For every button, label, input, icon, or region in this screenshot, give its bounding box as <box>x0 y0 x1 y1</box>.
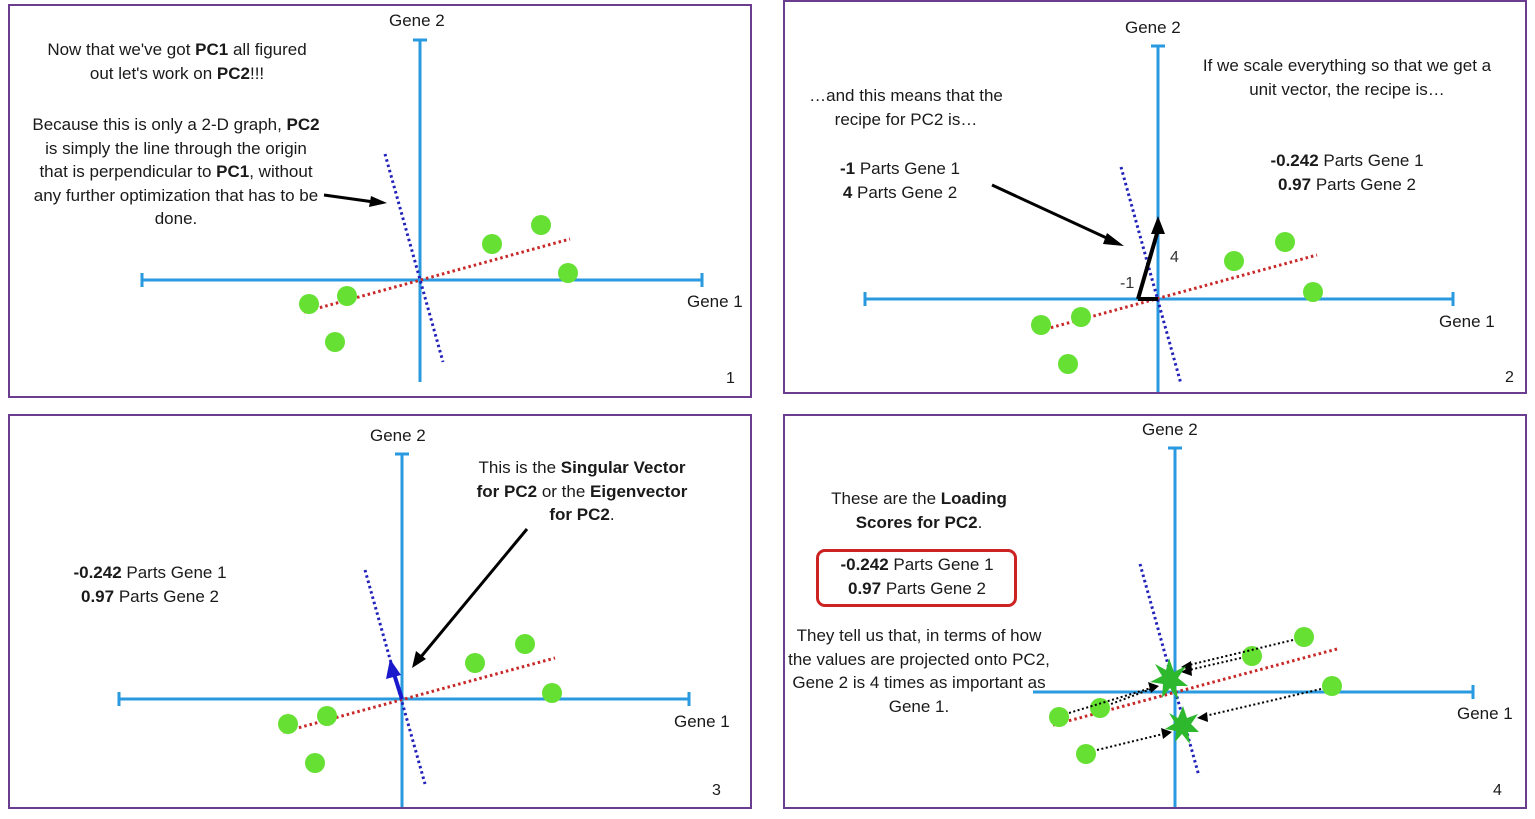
data-point <box>299 294 319 314</box>
data-point <box>465 653 485 673</box>
gene1-axis-label: Gene 1 <box>687 292 743 311</box>
pointer-arrow-shaft <box>323 193 375 204</box>
recipe-gene2: 4 Parts Gene 2 <box>842 182 958 202</box>
pointer-arrow-head <box>369 196 387 207</box>
data-point <box>1224 251 1244 271</box>
unit-recipe-gene1: -0.242 Parts Gene 1 <box>1270 151 1424 170</box>
gene1-axis-label: Gene 1 <box>1457 704 1513 723</box>
data-point <box>1090 698 1110 718</box>
panel-number: 4 <box>1493 782 1502 799</box>
data-point <box>278 714 298 734</box>
recipe-values: -1 Parts Gene 1 4 Parts Gene 2 <box>815 157 985 204</box>
unit-recipe-gene1: -0.242 Parts Gene 1 <box>73 563 227 582</box>
pointer-arrow-head <box>1103 233 1124 246</box>
data-point <box>1071 307 1091 327</box>
panel-4: Gene 2 Gene 1 These are the Loading Scor… <box>783 414 1527 809</box>
data-point <box>1076 744 1096 764</box>
panel-1: Gene 2 Gene 1 Now that we've got PC1 all… <box>8 4 752 398</box>
vector-y-label: 4 <box>1170 249 1179 266</box>
panel-number: 1 <box>726 370 735 387</box>
data-point <box>1294 627 1314 647</box>
unit-recipe-values: -0.242 Parts Gene 1 0.97 Parts Gene 2 <box>60 561 240 608</box>
pc2-intro-text: Now that we've got PC1 all figured out l… <box>47 40 307 83</box>
data-point <box>482 234 502 254</box>
data-point <box>515 634 535 654</box>
data-point <box>1322 676 1342 696</box>
loading-recipe-values: -0.242 Parts Gene 1 0.97 Parts Gene 2 <box>818 553 1016 600</box>
panel-3: Gene 2 Gene 1 -0.242 Parts Gene 1 0.97 P… <box>8 414 752 809</box>
panel-2: Gene 2 Gene 1 -1 4 …and this means that … <box>783 0 1527 394</box>
projection-arrow-head <box>1197 712 1208 722</box>
data-point <box>542 683 562 703</box>
vector-4-segment <box>1136 229 1160 300</box>
projected-point-star <box>1150 658 1188 700</box>
loading-scores-title: These are the Loading Scores for PC2. <box>831 489 1007 532</box>
gene1-axis-label: Gene 1 <box>1439 312 1495 331</box>
data-point <box>325 332 345 352</box>
pointer-arrow-shaft <box>991 183 1112 242</box>
projection-arrow <box>1188 639 1294 666</box>
data-point <box>1049 707 1069 727</box>
vector-arrow-head <box>1151 216 1165 234</box>
pc2-line <box>383 153 445 363</box>
data-point <box>1058 354 1078 374</box>
data-point <box>558 263 578 283</box>
pointer-arrow-shaft <box>418 528 529 659</box>
loading-recipe-gene1: -0.242 Parts Gene 1 <box>840 555 994 574</box>
projected-point-star <box>1165 706 1199 744</box>
projection-arrow <box>1096 733 1164 751</box>
data-point <box>1303 282 1323 302</box>
gene2-axis-label: Gene 2 <box>389 11 445 30</box>
pc2-explanation-text: Because this is only a 2-D graph, PC2 is… <box>32 115 320 228</box>
data-point <box>531 215 551 235</box>
gene2-axis-label: Gene 2 <box>1125 18 1181 37</box>
recipe-gene1: -1 Parts Gene 1 <box>839 159 960 178</box>
panel-4-plot <box>1033 446 1475 807</box>
singular-vector-text: This is the Singular Vector for PC2 or t… <box>476 458 688 524</box>
panel-number: 3 <box>712 782 721 799</box>
unit-recipe-gene2: 0.97 Parts Gene 2 <box>81 586 219 606</box>
panel-number: 2 <box>1505 369 1514 386</box>
vector-x-label: -1 <box>1120 275 1135 292</box>
data-point <box>337 286 357 306</box>
gene1-axis-label: Gene 1 <box>674 712 730 731</box>
unit-recipe-values: -0.242 Parts Gene 1 0.97 Parts Gene 2 <box>1243 149 1451 196</box>
loading-explanation-text: They tell us that, in terms of how the v… <box>788 626 1050 716</box>
data-point <box>317 706 337 726</box>
data-point <box>1031 315 1051 335</box>
loading-recipe-gene2: 0.97 Parts Gene 2 <box>848 578 986 598</box>
singular-vector-head <box>386 659 401 679</box>
data-point <box>1275 232 1295 252</box>
recipe-intro-text: …and this means that the recipe for PC2 … <box>809 86 1003 129</box>
unit-recipe-gene2: 0.97 Parts Gene 2 <box>1278 174 1416 194</box>
gene2-axis-label: Gene 2 <box>1142 420 1198 439</box>
unit-vector-text: If we scale everything so that we get a … <box>1202 56 1492 99</box>
data-point <box>305 753 325 773</box>
gene2-axis-label: Gene 2 <box>370 426 426 445</box>
